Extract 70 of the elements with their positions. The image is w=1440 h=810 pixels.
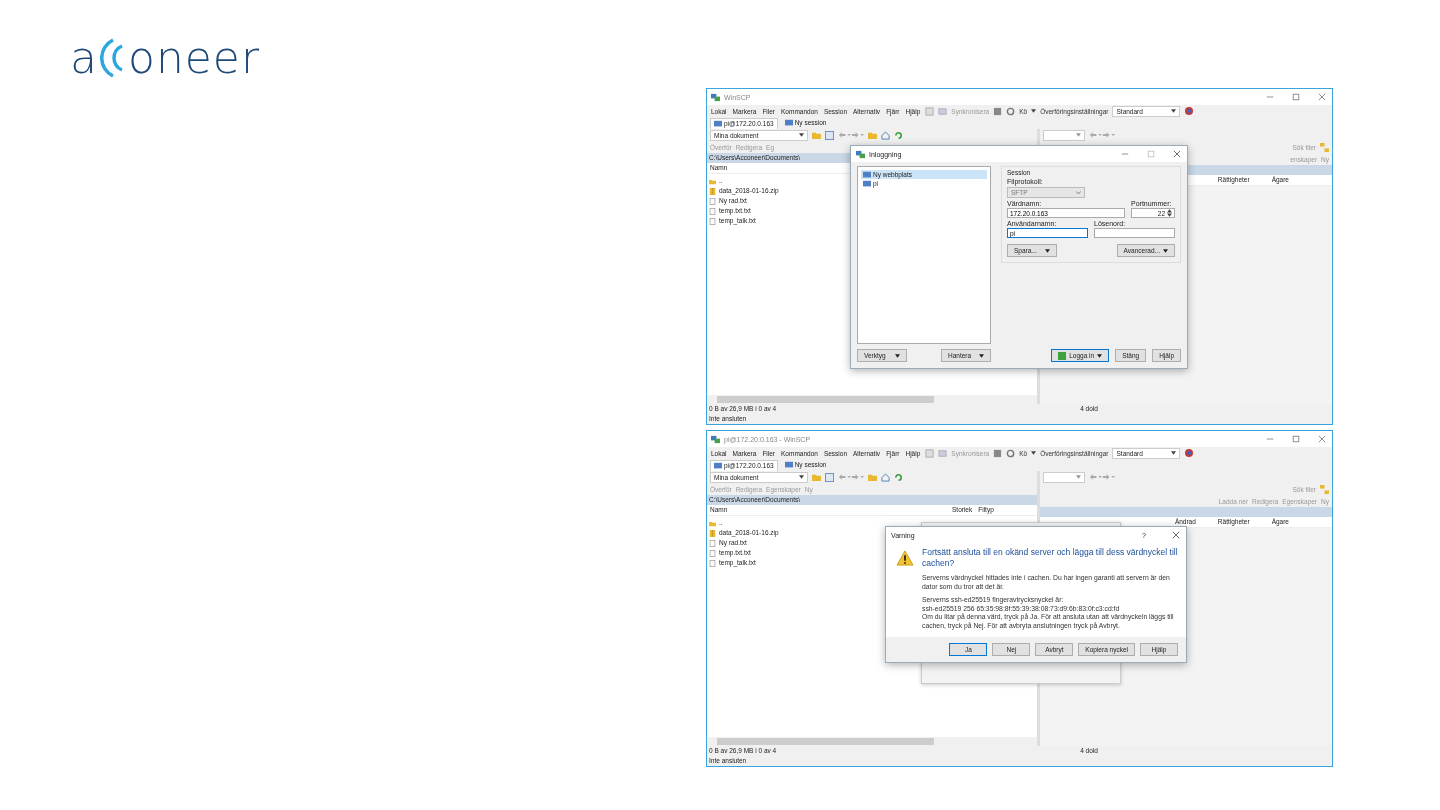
back-forward-arrows-icon[interactable] — [838, 131, 864, 139]
parent-folder-icon — [709, 519, 716, 527]
app-icon — [711, 434, 720, 444]
folder-icon[interactable] — [868, 130, 877, 140]
minimize-icon[interactable] — [1266, 93, 1274, 101]
app-icon — [711, 92, 720, 102]
filter-icon[interactable] — [825, 472, 834, 482]
caret-icon — [1045, 248, 1050, 253]
console-icon[interactable] — [993, 106, 1003, 116]
caret-icon[interactable] — [1031, 109, 1037, 113]
compare-icon[interactable] — [925, 106, 935, 116]
caret-icon[interactable] — [1031, 451, 1037, 455]
monitor-icon — [714, 119, 722, 128]
app-icon — [856, 149, 865, 159]
caret-icon — [979, 353, 984, 358]
logo-text: oneer — [127, 32, 260, 83]
home-icon[interactable] — [881, 472, 890, 482]
dialog-heading: Fortsätt ansluta till en okänd server och lägga till dess värdnyckel till cachen? — [922, 547, 1178, 569]
folder-icon[interactable] — [812, 130, 821, 140]
folder-icon[interactable] — [868, 472, 877, 482]
caret-icon — [1097, 353, 1103, 358]
back-forward-arrows-icon[interactable] — [1089, 473, 1115, 481]
console-icon[interactable] — [993, 448, 1003, 458]
caret-icon — [1163, 248, 1168, 253]
home-icon[interactable] — [881, 130, 890, 140]
tree-icon[interactable] — [1320, 484, 1329, 494]
sync-icon[interactable] — [938, 448, 948, 458]
caret-icon — [895, 353, 900, 358]
back-forward-arrows-icon[interactable] — [1089, 131, 1115, 139]
minimize-icon[interactable] — [1266, 435, 1274, 443]
sync-icon[interactable] — [938, 106, 948, 116]
drive-dropdown[interactable] — [1043, 129, 1085, 141]
back-forward-arrows-icon[interactable] — [838, 473, 864, 481]
caret-icon — [1171, 109, 1177, 113]
compare-icon[interactable] — [925, 448, 935, 458]
warning-icon — [896, 550, 914, 566]
close-icon[interactable] — [1173, 150, 1181, 158]
caret-icon — [1076, 190, 1081, 195]
zip-folder-icon — [709, 529, 716, 537]
filter-icon[interactable] — [825, 130, 834, 140]
refresh-icon[interactable] — [894, 130, 903, 140]
folder-icon[interactable] — [812, 472, 821, 482]
maximize-icon[interactable] — [1292, 93, 1300, 101]
gear-icon[interactable] — [1006, 448, 1016, 458]
monitor-icon — [784, 119, 793, 127]
close-icon[interactable] — [1172, 531, 1180, 539]
spinner-arrows-icon[interactable] — [1167, 209, 1172, 217]
password-field[interactable] — [1094, 228, 1175, 238]
caret-icon — [1076, 133, 1081, 137]
minimize-icon[interactable] — [1121, 150, 1129, 158]
logo-text: a — [70, 32, 98, 83]
caret-icon — [799, 133, 804, 137]
network-icon[interactable] — [1184, 448, 1195, 458]
caret-icon — [799, 475, 804, 479]
caret-icon — [1076, 475, 1081, 479]
close-icon[interactable] — [1318, 93, 1326, 101]
refresh-icon[interactable] — [894, 472, 903, 482]
gear-icon[interactable] — [1006, 106, 1016, 116]
monitor-icon — [714, 461, 722, 470]
maximize-icon[interactable] — [1147, 150, 1155, 158]
zip-folder-icon — [709, 187, 716, 195]
network-icon[interactable] — [1184, 106, 1195, 116]
caret-icon — [1171, 451, 1177, 455]
drive-dropdown[interactable] — [1043, 471, 1085, 483]
parent-folder-icon — [709, 177, 716, 185]
tree-icon[interactable] — [1320, 142, 1329, 152]
monitor-icon — [784, 461, 793, 469]
login-icon — [1058, 351, 1067, 360]
close-icon[interactable] — [1318, 435, 1326, 443]
maximize-icon[interactable] — [1292, 435, 1300, 443]
